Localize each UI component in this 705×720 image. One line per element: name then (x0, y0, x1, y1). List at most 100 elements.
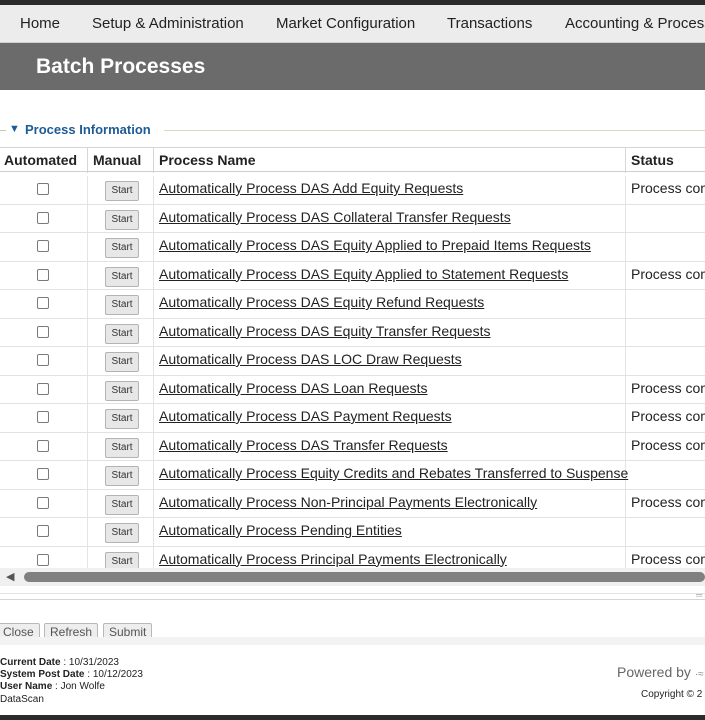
submit-button[interactable]: Submit (103, 623, 153, 637)
automated-checkbox[interactable] (37, 354, 49, 366)
current-date-line: Current Date : 10/31/2023 (0, 657, 119, 668)
automated-checkbox[interactable] (37, 468, 49, 480)
section-title[interactable]: Process Information (25, 122, 151, 137)
cell-divider (625, 347, 626, 375)
cell-divider (153, 233, 154, 261)
nav-accounting-processing[interactable]: Accounting & Processi (565, 5, 705, 42)
table-row: Start Automatically Process Non-Principal… (0, 489, 705, 518)
process-name-link[interactable]: Automatically Process Pending Entities (159, 522, 402, 538)
automated-checkbox[interactable] (37, 240, 49, 252)
automated-checkbox[interactable] (37, 439, 49, 452)
start-button[interactable]: Start (105, 409, 139, 429)
scroll-left-arrow-icon[interactable]: ◀ (6, 570, 14, 583)
nav-transactions[interactable]: Transactions (447, 5, 532, 42)
automated-checkbox[interactable] (37, 325, 49, 338)
automated-checkbox[interactable] (37, 211, 49, 224)
cell-divider (153, 404, 154, 432)
cell-divider (87, 347, 88, 375)
nav-setup-administration[interactable]: Setup & Administration (92, 5, 244, 42)
nav-home[interactable]: Home (20, 5, 60, 42)
table-row: Start Automatically Process DAS Collatera… (0, 204, 705, 233)
cell-divider (625, 518, 626, 546)
scrollbar-thumb[interactable] (24, 572, 705, 582)
table-row: Start Automatically Process DAS Loan Requ… (0, 375, 705, 404)
process-name-link[interactable]: Automatically Process DAS Loan Requests (159, 380, 427, 396)
cell-divider (87, 404, 88, 432)
cell-divider (153, 347, 154, 375)
automated-checkbox[interactable] (37, 553, 49, 566)
table-row: Start Automatically Process Equity Credit… (0, 461, 705, 490)
column-header-manual[interactable]: Manual (93, 148, 141, 173)
process-name-link[interactable]: Automatically Process DAS LOC Draw Reque… (159, 351, 462, 367)
divider (0, 599, 705, 600)
section-header[interactable]: ▼ Process Information (0, 121, 705, 141)
automated-checkbox[interactable] (37, 496, 49, 509)
footer-band (0, 637, 705, 645)
process-name-link[interactable]: Automatically Process DAS Equity Transfe… (159, 323, 490, 339)
cell-divider (87, 461, 88, 489)
start-button[interactable]: Start (105, 323, 139, 344)
system-post-date-label: System Post Date (0, 669, 85, 680)
bottom-strip (0, 715, 705, 720)
close-button[interactable]: Close (0, 623, 40, 637)
triangle-down-icon[interactable]: ▼ (9, 123, 20, 135)
table-row: Start Automatically Process DAS Equity Tr… (0, 318, 705, 347)
process-name-link[interactable]: Automatically Process Equity Credits and… (159, 465, 628, 481)
start-button[interactable]: Start (105, 352, 139, 372)
automated-checkbox[interactable] (37, 183, 49, 195)
automated-checkbox[interactable] (37, 297, 49, 309)
process-name-link[interactable]: Automatically Process Non-Principal Paym… (159, 494, 537, 510)
process-name-link[interactable]: Automatically Process DAS Add Equity Req… (159, 180, 463, 196)
cell-divider (153, 176, 154, 204)
horizontal-scrollbar[interactable]: ◀ (0, 568, 705, 586)
process-name-link[interactable]: Automatically Process DAS Collateral Tra… (159, 209, 511, 225)
page-title-bar: Batch Processes (0, 43, 705, 90)
start-button[interactable]: Start (105, 437, 139, 458)
start-button[interactable]: Start (105, 380, 139, 401)
copyright: Copyright © 2 (641, 689, 703, 700)
cell-divider (625, 290, 626, 318)
start-button[interactable]: Start (105, 466, 139, 486)
table-row: Start Automatically Process DAS Equity Re… (0, 290, 705, 319)
start-button[interactable]: Start (105, 295, 139, 315)
cell-divider (625, 546, 626, 568)
process-status: Process com (631, 493, 705, 510)
start-button[interactable]: Start (105, 551, 139, 568)
cell-divider (625, 404, 626, 432)
refresh-button[interactable]: Refresh (44, 623, 99, 637)
start-button[interactable]: Start (105, 181, 139, 201)
table-row: Start Automatically Process DAS Transfer … (0, 432, 705, 461)
process-name-link[interactable]: Automatically Process DAS Payment Reques… (159, 408, 452, 424)
start-button[interactable]: Start (105, 523, 139, 543)
page-title: Batch Processes (36, 55, 206, 78)
process-name-link[interactable]: Automatically Process DAS Transfer Reque… (159, 437, 448, 453)
start-button[interactable]: Start (105, 494, 139, 515)
process-name-link[interactable]: Automatically Process DAS Equity Applied… (159, 237, 591, 253)
start-button[interactable]: Start (105, 209, 139, 230)
column-header-automated[interactable]: Automated (4, 148, 77, 173)
column-header-status[interactable]: Status (631, 148, 674, 173)
table-row: Start Automatically Process DAS Add Equit… (0, 176, 705, 205)
cell-divider (625, 318, 626, 346)
automated-checkbox[interactable] (37, 382, 49, 395)
cell-divider (625, 233, 626, 261)
cell-divider (153, 204, 154, 232)
column-header-process-name[interactable]: Process Name (159, 148, 256, 173)
resize-handle-icon[interactable]: ═ (696, 590, 702, 600)
process-name-link[interactable]: Automatically Process Principal Payments… (159, 551, 507, 567)
action-bar: Close Refresh Submit (0, 621, 705, 637)
process-status: Process com (631, 436, 705, 453)
nav-market-configuration[interactable]: Market Configuration (276, 5, 415, 42)
start-button[interactable]: Start (105, 266, 139, 287)
process-name-link[interactable]: Automatically Process DAS Equity Applied… (159, 266, 568, 282)
automated-checkbox[interactable] (37, 525, 49, 537)
process-name-link[interactable]: Automatically Process DAS Equity Refund … (159, 294, 484, 310)
automated-checkbox[interactable] (37, 268, 49, 281)
process-table-body[interactable]: Start Automatically Process DAS Add Equit… (0, 172, 705, 568)
cell-divider (153, 290, 154, 318)
table-row: Start Automatically Process Principal Pay… (0, 546, 705, 568)
footer: Current Date : 10/31/2023 System Post Da… (0, 645, 705, 715)
start-button[interactable]: Start (105, 238, 139, 258)
automated-checkbox[interactable] (37, 411, 49, 423)
cell-divider (153, 261, 154, 289)
